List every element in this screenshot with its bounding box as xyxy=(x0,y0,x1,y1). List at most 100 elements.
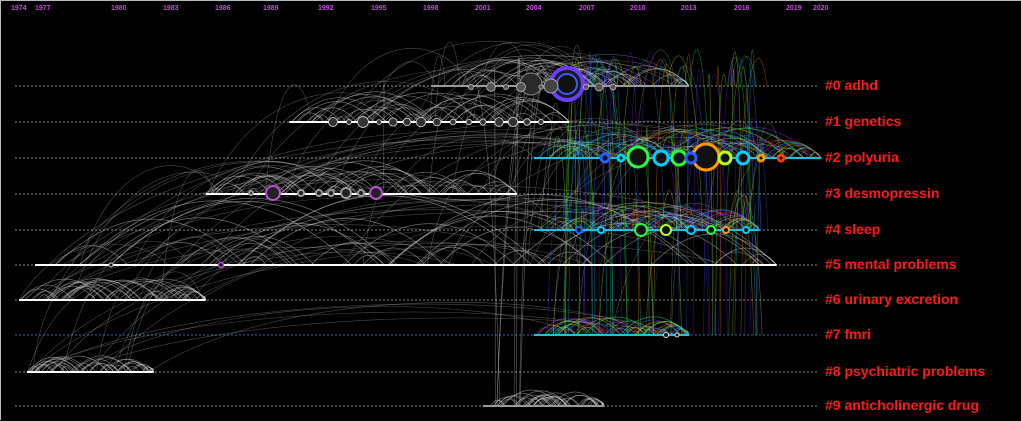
cluster-label[interactable]: #9 anticholinergic drug xyxy=(825,397,979,413)
citation-node[interactable] xyxy=(594,82,604,92)
cross-cluster-link xyxy=(73,317,678,373)
citation-node[interactable] xyxy=(346,119,352,125)
citation-node[interactable] xyxy=(776,153,786,163)
cross-cluster-link xyxy=(30,224,553,301)
citation-node[interactable] xyxy=(415,116,427,128)
citation-node[interactable] xyxy=(494,117,504,127)
citation-node[interactable] xyxy=(652,149,670,167)
cross-cluster-link xyxy=(496,59,548,407)
cluster-label[interactable]: #5 mental problems xyxy=(825,256,957,272)
cross-cluster-link xyxy=(148,302,659,373)
citation-node[interactable] xyxy=(465,118,473,126)
year-tick-label: 1980 xyxy=(111,5,127,12)
citation-node[interactable] xyxy=(507,116,519,128)
year-tick-label: 1995 xyxy=(371,5,387,12)
citation-node[interactable] xyxy=(626,145,650,169)
citation-arcs xyxy=(18,41,822,407)
citation-node[interactable] xyxy=(706,225,716,235)
year-tick-label: 2020 xyxy=(813,5,829,12)
citation-node[interactable] xyxy=(634,223,648,237)
cross-cluster-link xyxy=(592,192,596,336)
citation-node[interactable] xyxy=(670,149,688,167)
year-tick-label: 1974 xyxy=(11,5,27,12)
citation-node[interactable] xyxy=(328,117,338,127)
year-tick-label: 2010 xyxy=(630,5,646,12)
citation-node[interactable] xyxy=(674,332,680,338)
cluster-label[interactable]: #1 genetics xyxy=(825,113,901,129)
cross-cluster-link xyxy=(265,84,312,195)
citation-node[interactable] xyxy=(449,118,457,126)
timeline-canvas xyxy=(15,41,822,407)
citation-node[interactable] xyxy=(686,225,696,235)
cross-cluster-link xyxy=(734,138,750,336)
cluster-label[interactable]: #6 urinary excretion xyxy=(825,291,958,307)
year-tick-label: 2016 xyxy=(734,5,750,12)
cluster-label[interactable]: #2 polyuria xyxy=(825,149,899,165)
citation-arc xyxy=(353,254,385,266)
citation-node[interactable] xyxy=(597,226,605,234)
citation-arc xyxy=(418,246,485,266)
citation-node[interactable] xyxy=(599,152,611,164)
citation-node[interactable] xyxy=(327,189,335,197)
citation-node[interactable] xyxy=(684,151,698,165)
citation-node[interactable] xyxy=(479,118,487,126)
citation-node[interactable] xyxy=(663,332,669,338)
citation-node[interactable] xyxy=(538,84,544,90)
year-tick-label: 2004 xyxy=(526,5,542,12)
citation-node[interactable] xyxy=(609,83,617,91)
citation-node[interactable] xyxy=(468,84,474,90)
cross-cluster-link xyxy=(682,64,689,159)
citation-node[interactable] xyxy=(538,119,544,125)
citation-node[interactable] xyxy=(575,226,583,234)
citation-node[interactable] xyxy=(388,117,398,127)
citation-node[interactable] xyxy=(376,119,382,125)
citation-node[interactable] xyxy=(357,189,365,197)
year-tick-label: 1998 xyxy=(423,5,439,12)
citation-node[interactable] xyxy=(503,84,509,90)
citation-node[interactable] xyxy=(217,261,225,269)
cross-cluster-link xyxy=(710,74,728,336)
citation-node[interactable] xyxy=(340,187,352,199)
cluster-label[interactable]: #0 adhd xyxy=(825,77,878,93)
year-tick-label: 2019 xyxy=(786,5,802,12)
citation-node[interactable] xyxy=(516,82,526,92)
citation-node[interactable] xyxy=(742,226,750,234)
citation-node[interactable] xyxy=(248,190,254,196)
cross-cluster-link xyxy=(742,134,746,231)
citation-node[interactable] xyxy=(582,83,590,91)
citation-arc xyxy=(136,242,224,266)
citation-node[interactable] xyxy=(660,224,672,236)
citation-node[interactable] xyxy=(756,153,766,163)
citation-node[interactable] xyxy=(108,262,114,268)
cross-cluster-link xyxy=(707,74,713,336)
citation-node[interactable] xyxy=(432,117,442,127)
citation-node[interactable] xyxy=(297,189,305,197)
timeline-view: 1974 1977 1980 1983 1986 1989 1992 1995 1998 2001… xyxy=(0,0,1021,420)
year-tick-label: 2001 xyxy=(475,5,491,12)
cross-cluster-link xyxy=(29,243,728,373)
cluster-label[interactable]: #8 psychiatric problems xyxy=(825,363,985,379)
citation-node[interactable] xyxy=(717,150,733,166)
citation-node[interactable] xyxy=(735,150,751,166)
cross-cluster-link xyxy=(756,139,764,336)
cluster-label[interactable]: #3 desmopressin xyxy=(825,185,939,201)
year-tick-label: 2007 xyxy=(579,5,595,12)
cluster-label[interactable]: #4 sleep xyxy=(825,221,880,237)
citation-node[interactable] xyxy=(357,116,369,128)
year-tick-label: 1992 xyxy=(318,5,334,12)
cluster-label[interactable]: #7 fmri xyxy=(825,326,871,342)
citation-node[interactable] xyxy=(722,226,730,234)
year-tick-label: 1986 xyxy=(215,5,231,12)
cross-cluster-link xyxy=(653,64,673,336)
citation-node[interactable] xyxy=(265,185,281,201)
citation-node[interactable] xyxy=(402,117,412,127)
citation-node[interactable] xyxy=(369,186,383,200)
citation-node[interactable] xyxy=(616,153,626,163)
cross-cluster-link xyxy=(62,240,191,373)
citation-node[interactable] xyxy=(523,118,531,126)
citation-node[interactable] xyxy=(486,82,496,92)
citation-node[interactable] xyxy=(315,189,323,197)
citation-node[interactable] xyxy=(543,78,559,94)
year-tick-label: 1977 xyxy=(35,5,51,12)
citation-node[interactable] xyxy=(556,73,578,95)
